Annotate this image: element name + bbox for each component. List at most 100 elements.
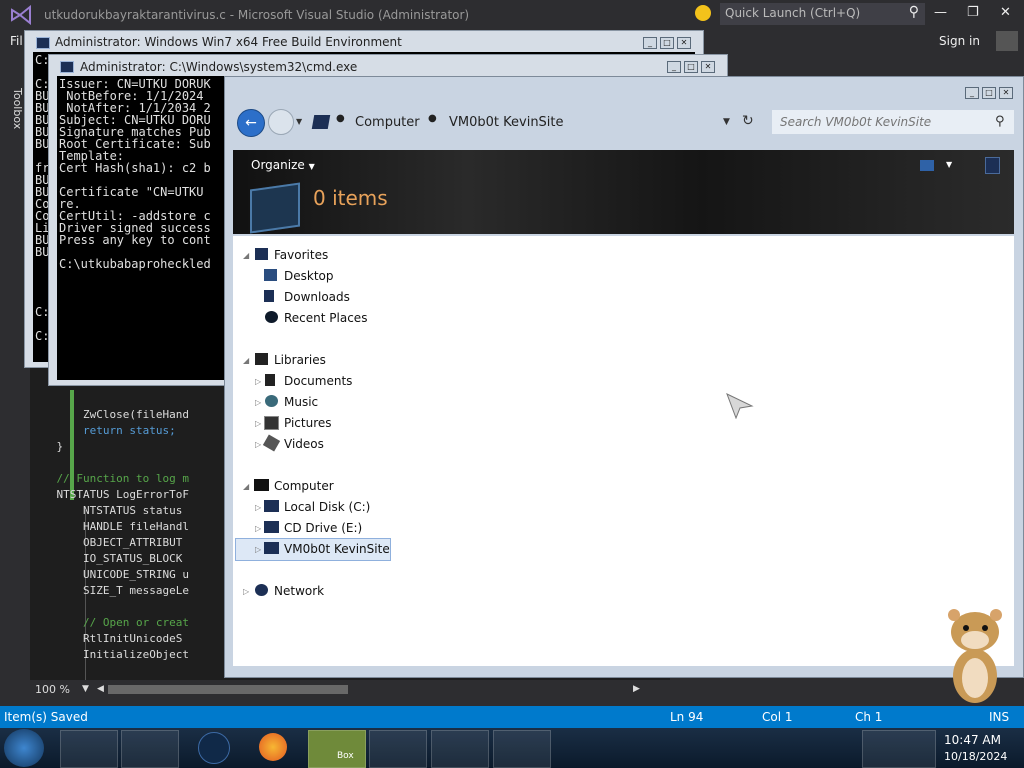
zoom-dropdown-icon[interactable]: ▼ [82,684,89,694]
maximize-icon[interactable]: ❐ [967,5,979,20]
recent-places-icon [265,311,278,323]
tree-documents[interactable]: Documents [284,374,352,388]
code-line: // Open or creat [30,616,189,629]
expand-arrow-icon[interactable]: ▷ [255,398,261,407]
tree-vm-share[interactable]: VM0b0t KevinSite [284,542,390,556]
expand-arrow-icon[interactable]: ▷ [255,377,261,386]
expand-arrow-icon[interactable]: ▷ [255,419,261,428]
console-line: Press any key to cont [59,233,211,247]
menu-file[interactable]: Fil [10,34,23,48]
code-line: InitializeObject [30,648,189,661]
visual-studio-logo-icon [11,5,31,25]
search-icon[interactable]: ⚲ [909,4,919,20]
collapse-arrow-icon[interactable]: ◢ [243,251,249,260]
maximize-icon[interactable]: □ [660,37,674,49]
code-line: RtlInitUnicodeS [30,632,183,645]
address-dropdown-icon[interactable]: ▼ [723,117,730,127]
refresh-icon[interactable]: ↻ [742,113,754,129]
view-options-icon[interactable] [920,160,934,171]
code-line: } [30,440,64,453]
code-line: HANDLE fileHandl [30,520,189,533]
recent-pages-icon[interactable]: ▼ [296,117,302,126]
taskbar-box-game-icon[interactable]: Box [308,730,366,768]
taskbar-console-icon-2[interactable] [493,730,551,768]
taskbar-visual-studio-icon[interactable] [369,730,427,768]
tree-desktop[interactable]: Desktop [284,269,334,283]
search-input[interactable] [772,110,1014,134]
taskbar-media-player-icon[interactable] [121,730,179,768]
taskbar-console-icon[interactable] [431,730,489,768]
close-icon[interactable]: ✕ [999,87,1013,99]
tree-local-disk[interactable]: Local Disk (C:) [284,500,370,514]
tree-videos[interactable]: Videos [284,437,324,451]
tree-computer[interactable]: Computer [274,479,334,493]
maximize-icon[interactable]: □ [684,61,698,73]
drive-icon [311,115,331,129]
back-button[interactable]: ← [237,109,265,137]
sign-in-link[interactable]: Sign in [939,34,980,48]
tree-recent-places[interactable]: Recent Places [284,311,367,325]
start-button-icon[interactable] [4,729,44,767]
code-line: IO_STATUS_BLOCK [30,552,183,565]
scroll-left-icon[interactable]: ◀ [97,684,104,694]
expand-arrow-icon[interactable]: ▷ [243,587,249,596]
code-line: SIZE_T messageLe [30,584,189,597]
tree-cd-drive[interactable]: CD Drive (E:) [284,521,362,535]
close-icon[interactable]: ✕ [1000,5,1011,20]
status-col: Col 1 [762,710,793,724]
tree-libraries[interactable]: Libraries [274,353,326,367]
search-icon[interactable]: ⚲ [995,114,1005,129]
taskbar-orb-icon[interactable] [198,732,230,764]
expand-arrow-icon[interactable]: ▷ [255,440,261,449]
tree-pictures[interactable]: Pictures [284,416,332,430]
toolbox-tab[interactable]: Toolbox [11,88,24,129]
breadcrumb-separator-icon[interactable]: ● [428,113,437,124]
expand-arrow-icon[interactable]: ▷ [255,524,261,533]
close-icon[interactable]: ✕ [677,37,691,49]
expand-arrow-icon[interactable]: ▷ [255,503,261,512]
breadcrumb-separator-icon[interactable]: ● [336,113,345,124]
preview-pane-icon[interactable] [985,157,1000,174]
computer-icon [254,479,269,491]
code-line: // Function to log m [30,472,189,485]
quick-launch-placeholder: Quick Launch (Ctrl+Q) [725,6,861,20]
breadcrumb-computer[interactable]: Computer [355,115,420,130]
close-icon[interactable]: ✕ [701,61,715,73]
clock-time[interactable]: 10:47 AM [944,733,1001,747]
taskbar-firefox-icon[interactable] [259,733,287,761]
forward-button[interactable] [268,109,294,135]
scroll-right-icon[interactable]: ▶ [633,684,640,694]
expand-arrow-icon[interactable]: ▷ [255,545,261,554]
tree-network[interactable]: Network [274,584,324,598]
zoom-level[interactable]: 100 % [35,683,70,696]
clock-date[interactable]: 10/18/2024 [944,750,1007,763]
minimize-icon[interactable]: _ [667,61,681,73]
organize-label: Organize [251,158,305,172]
taskbar-explorer-icon[interactable] [60,730,118,768]
navigation-pane[interactable] [233,236,1014,666]
account-icon[interactable] [996,31,1018,51]
collapse-arrow-icon[interactable]: ◢ [243,356,249,365]
scrollbar-thumb[interactable] [108,685,348,694]
minimize-icon[interactable]: _ [643,37,657,49]
tree-music[interactable]: Music [284,395,318,409]
console-icon [36,37,50,49]
maximize-icon[interactable]: □ [982,87,996,99]
libraries-icon [255,353,268,365]
code-line: OBJECT_ATTRIBUT [30,536,183,549]
collapse-arrow-icon[interactable]: ◢ [243,482,249,491]
view-dropdown-icon[interactable]: ▼ [946,160,952,169]
shared-drive-icon [264,542,279,554]
code-line: UNICODE_STRING u [30,568,189,581]
tree-favorites[interactable]: Favorites [274,248,328,262]
breadcrumb-current[interactable]: VM0b0t KevinSite [449,115,564,130]
network-icon [255,584,268,596]
quick-launch-box[interactable]: Quick Launch (Ctrl+Q) ⚲ [720,3,925,25]
chevron-down-icon: ▼ [308,162,315,171]
tree-downloads[interactable]: Downloads [284,290,350,304]
minimize-icon[interactable]: — [934,5,947,20]
organize-button[interactable]: Organize ▼ [251,158,315,172]
feedback-smiley-icon[interactable] [695,5,711,21]
tray-app-icon[interactable] [862,730,936,768]
minimize-icon[interactable]: _ [965,87,979,99]
